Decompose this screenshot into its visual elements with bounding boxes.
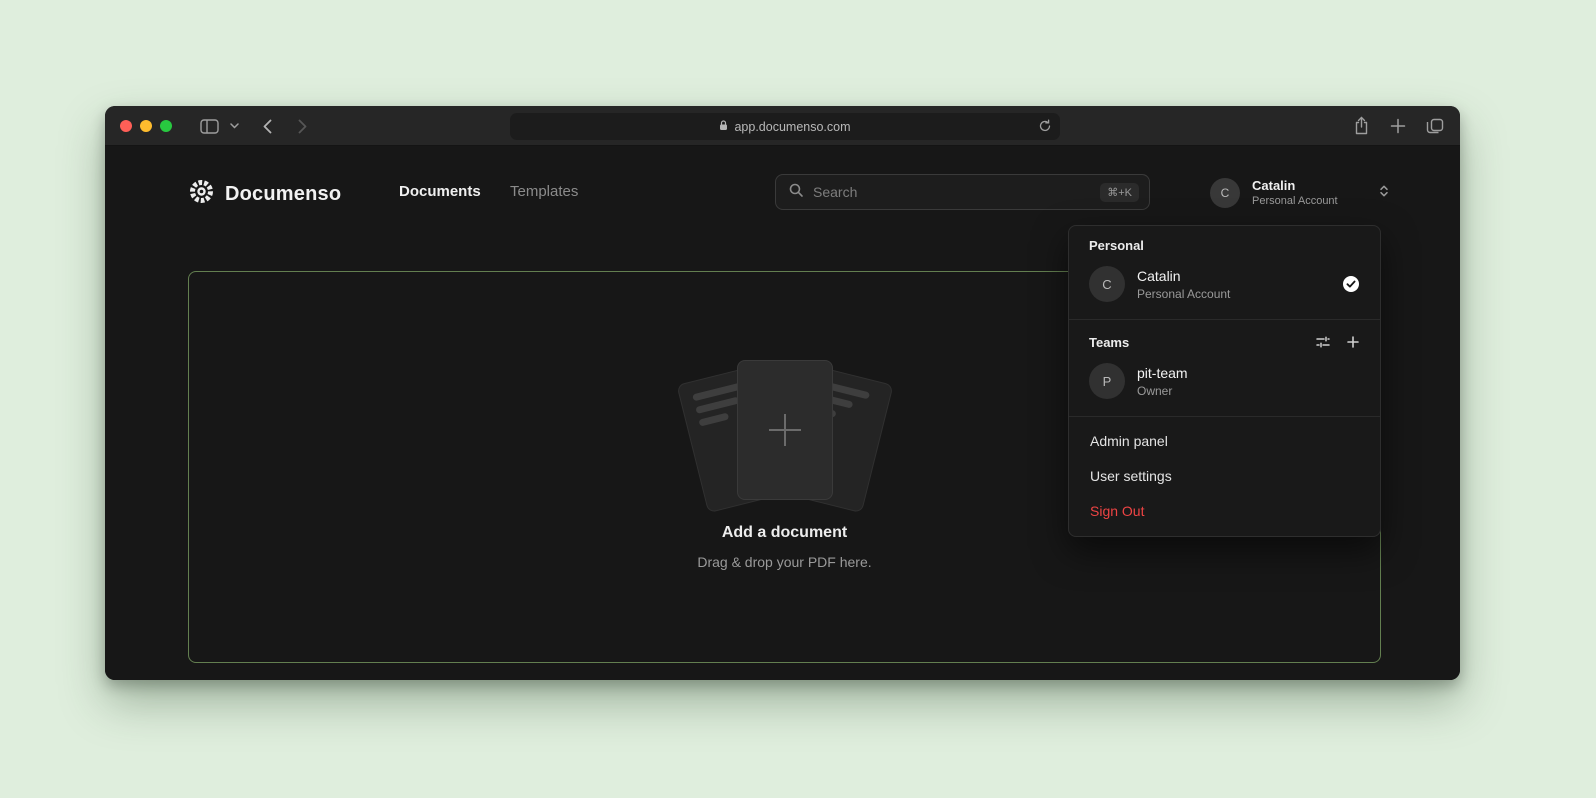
add-team-icon[interactable] — [1346, 335, 1360, 349]
teams-heading: Teams — [1089, 335, 1129, 350]
account-dropdown-menu: Personal C Catalin Personal Account Team… — [1068, 225, 1381, 537]
document-card-add — [737, 360, 833, 500]
minimize-window-button[interactable] — [140, 120, 152, 132]
account-menu-button[interactable]: C Catalin Personal Account — [1200, 171, 1395, 215]
personal-account-name: Catalin — [1137, 269, 1230, 283]
toolbar-right-icons — [1353, 106, 1444, 146]
chevrons-up-down-icon — [1377, 184, 1391, 203]
zoom-window-button[interactable] — [160, 120, 172, 132]
new-tab-icon[interactable] — [1390, 118, 1406, 134]
search-icon — [788, 182, 804, 203]
tab-overview-icon[interactable] — [1426, 118, 1444, 134]
dropzone-subtitle: Drag & drop your PDF here. — [189, 554, 1380, 570]
traffic-lights — [120, 120, 172, 132]
team-name: pit-team — [1137, 366, 1188, 380]
team-item[interactable]: P pit-team Owner — [1081, 356, 1368, 406]
avatar: P — [1089, 363, 1125, 399]
sidebar-toggle-icon[interactable] — [197, 106, 221, 146]
menu-item-sign-out[interactable]: Sign Out — [1081, 493, 1368, 528]
close-window-button[interactable] — [120, 120, 132, 132]
avatar: C — [1210, 178, 1240, 208]
browser-toolbar: app.documenso.com — [105, 106, 1460, 146]
forward-icon[interactable] — [292, 106, 312, 146]
account-subtitle: Personal Account — [1252, 196, 1338, 207]
address-bar[interactable]: app.documenso.com — [510, 113, 1060, 140]
browser-window: app.documenso.com Documenso Documents — [105, 106, 1460, 680]
sidebar-menu-chevron-icon[interactable] — [227, 106, 241, 146]
avatar: C — [1089, 266, 1125, 302]
personal-account-item[interactable]: C Catalin Personal Account — [1081, 259, 1368, 309]
menu-item-user-settings[interactable]: User settings — [1081, 458, 1368, 493]
app-content: Documenso Documents Templates ⌘+K C Cata… — [105, 147, 1460, 680]
nav-documents[interactable]: Documents — [399, 183, 481, 200]
search-bar: ⌘+K — [775, 174, 1150, 210]
nav-templates[interactable]: Templates — [510, 183, 578, 200]
search-shortcut-badge: ⌘+K — [1100, 183, 1139, 202]
address-text: app.documenso.com — [734, 120, 850, 134]
check-circle-icon — [1342, 275, 1360, 293]
documents-illustration — [675, 356, 895, 516]
personal-heading: Personal — [1081, 234, 1368, 259]
search-input[interactable] — [813, 184, 1100, 200]
menu-item-admin-panel[interactable]: Admin panel — [1081, 423, 1368, 458]
personal-account-subtitle: Personal Account — [1137, 288, 1230, 300]
manage-teams-icon[interactable] — [1315, 334, 1331, 350]
back-icon[interactable] — [257, 106, 277, 146]
documenso-logo-icon — [188, 178, 215, 210]
account-name: Catalin — [1252, 179, 1338, 192]
share-icon[interactable] — [1353, 116, 1370, 136]
team-role: Owner — [1137, 385, 1188, 397]
plus-icon — [769, 414, 801, 446]
lock-icon — [719, 120, 728, 134]
brand[interactable]: Documenso — [188, 178, 341, 210]
brand-name: Documenso — [225, 183, 341, 206]
reload-icon[interactable] — [1038, 119, 1052, 136]
